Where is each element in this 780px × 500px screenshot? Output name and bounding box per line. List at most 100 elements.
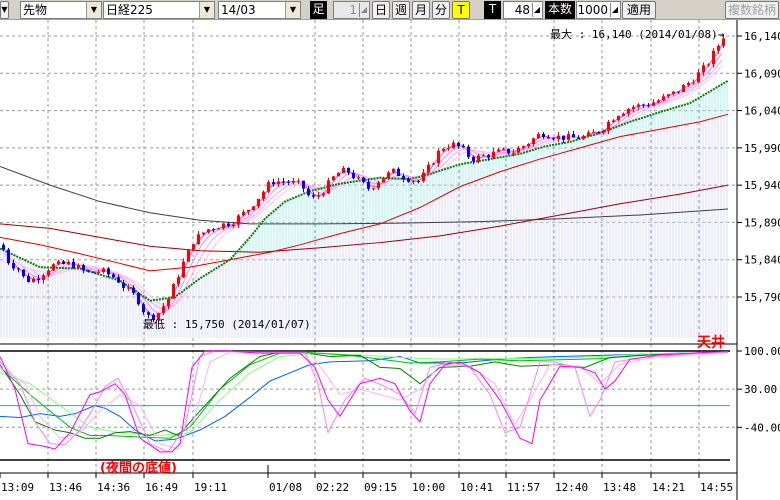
spinner-icon[interactable]: ◢ [532,3,541,17]
candle-body [532,138,535,145]
candle-body [267,182,270,192]
candle-body [132,287,135,293]
market-type-select[interactable]: 先物 ▼ [20,1,102,19]
candle-body [517,147,520,153]
candle-body [497,149,500,152]
candle-body [172,284,175,299]
x-tick-label: 13:46 [49,481,82,494]
candle-body [557,135,560,139]
count-value-spinner[interactable]: 1000 ◢ [576,1,621,19]
candle-body [237,215,240,225]
period-day-button[interactable]: 日 [372,1,390,19]
candle-body [412,180,415,182]
candle-body [367,181,370,189]
candle-body [317,195,320,197]
candle-body [22,269,25,277]
candle-body [127,287,130,289]
y-tick-label: 100.00 [744,345,780,358]
candle-body [227,223,230,227]
candle-body [697,72,700,83]
menu-dropdown-button[interactable]: ▼ [0,1,9,19]
candle-body [662,96,665,101]
candle-body [202,232,205,235]
candle-body [7,249,10,264]
candle-body [332,176,335,181]
grid [0,20,737,473]
plot-background [0,20,737,473]
candle-body [592,131,595,133]
candle-body [672,91,675,95]
candle-body [552,138,555,140]
candle-body [392,168,395,173]
candle-body [52,264,55,271]
candle-body [652,102,655,106]
period-tick-button[interactable]: T [452,1,470,19]
multi-symbol-button[interactable]: 複数銘柄 [725,1,779,19]
apply-button[interactable]: 適用 [622,1,656,19]
candle-body [247,209,250,212]
period-minute-button[interactable]: 分 [432,1,450,19]
candle-body [522,146,525,148]
price-chart[interactable]: 16,140 16,090 16,040 15,990 15,940 15,890 15,8… [0,20,780,500]
bar-value-spinner[interactable]: 1 ◢ [333,1,370,19]
candle-body [537,133,540,139]
candle-body [257,198,260,207]
candle-body [2,244,5,250]
contract-month-select[interactable]: 14/03 ▼ [218,1,301,19]
period-week-button[interactable]: 週 [392,1,410,19]
candle-body [292,181,295,183]
candle-body [402,176,405,180]
period-month-button[interactable]: 月 [412,1,430,19]
candle-body [352,172,355,179]
y-tick-label: 15,790 [744,291,780,304]
candle-body [502,148,505,150]
x-tick-label: 09:15 [364,481,397,494]
candle-body [682,85,685,93]
candle-body [87,270,90,272]
candle-body [47,270,50,276]
candle-body [272,182,275,185]
candle-body [607,122,610,131]
candle-body [447,147,450,149]
candle-body [382,177,385,183]
candle-body [622,113,625,116]
candle-body [562,135,565,140]
candle-body [242,211,245,216]
candle-body [467,146,470,157]
candle-body [12,263,15,269]
candle-body [27,276,30,282]
candle-body [197,234,200,245]
candle-body [82,265,85,271]
tick-value-spinner[interactable]: 48 ◢ [503,1,543,19]
x-tick-label: 10:41 [460,481,493,494]
chevron-down-icon[interactable]: ▼ [86,2,101,18]
candle-body [112,274,115,278]
candle-body [347,167,350,173]
y-tick-label: 16,140 [744,30,780,43]
candle-body [307,188,310,196]
candle-body [527,144,530,147]
candle-body [282,181,285,183]
x-tick-label: 14:21 [652,481,685,494]
spinner-icon[interactable]: ◢ [610,3,619,17]
candle-body [477,155,480,162]
instrument-select[interactable]: 日経225 ▼ [103,1,215,19]
candle-body [342,167,345,174]
y-tick-label: 15,940 [744,179,780,192]
candle-body [187,249,190,262]
candle-body [482,155,485,157]
x-tick-label: 13:09 [1,481,34,494]
candle-body [507,148,510,154]
spinner-icon[interactable]: ◢ [359,3,368,17]
candle-body [62,261,65,264]
candle-body [667,94,670,97]
candle-body [442,148,445,151]
chevron-down-icon[interactable]: ▼ [199,2,214,18]
candle-body [72,261,75,268]
candle-body [322,193,325,196]
candle-body [67,261,70,264]
chevron-down-icon[interactable]: ▼ [285,2,300,18]
candle-body [712,50,715,65]
candle-body [207,229,210,233]
candle-body [162,306,165,314]
